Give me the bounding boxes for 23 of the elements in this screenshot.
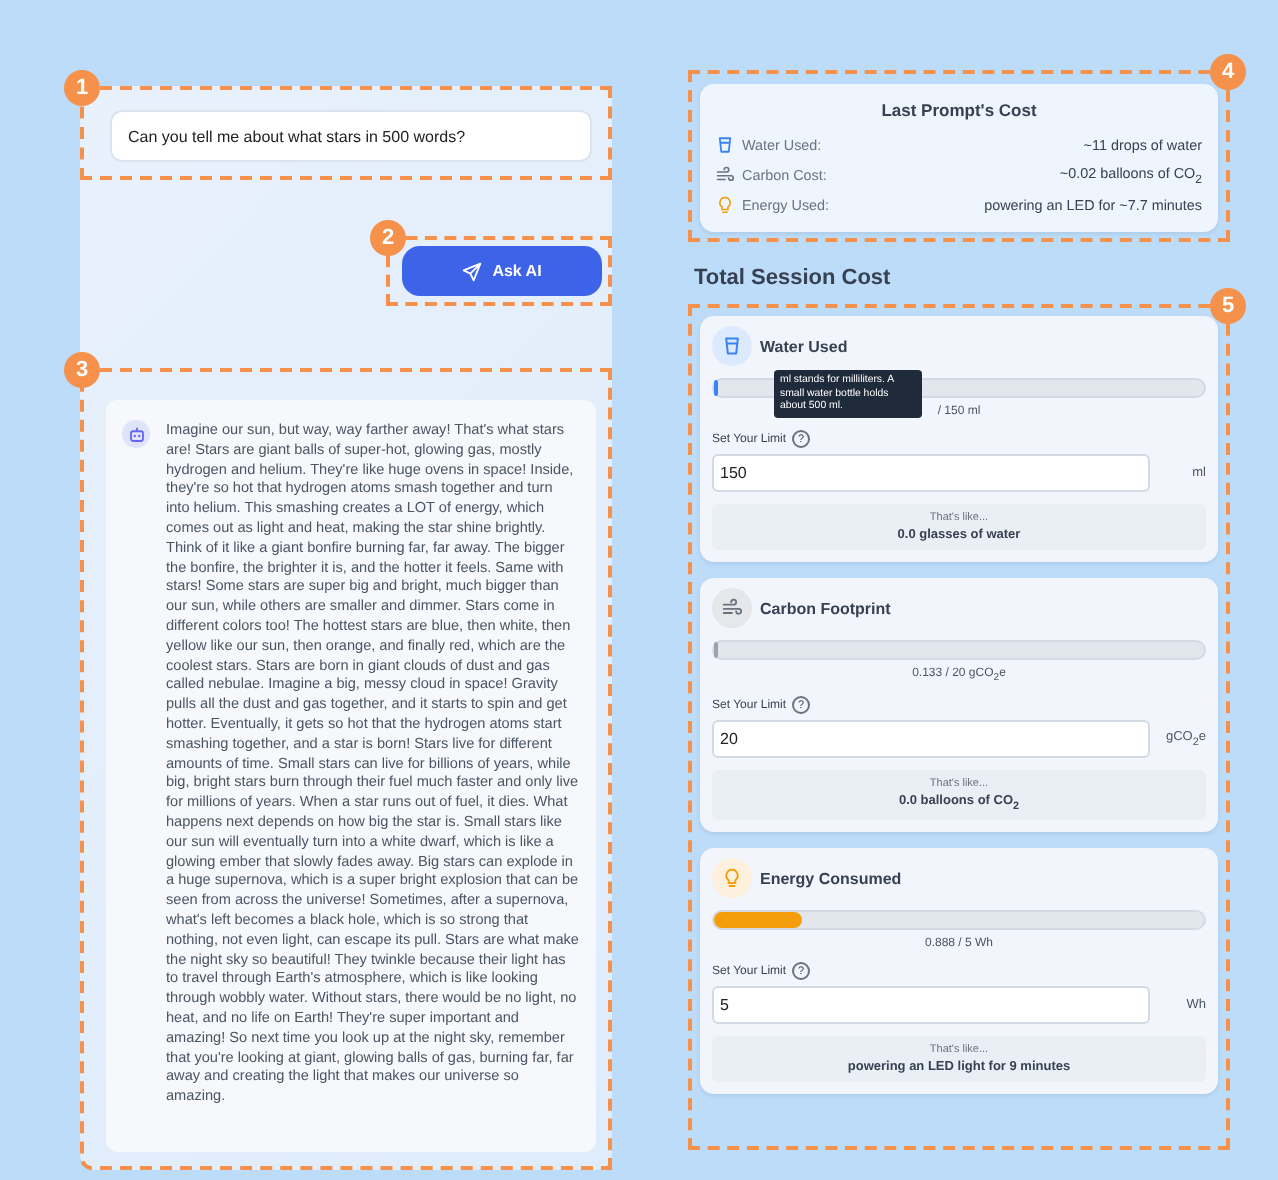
prompt-field[interactable]: Can you tell me about what stars in 500 words? [110, 110, 592, 162]
lightbulb-icon [716, 196, 734, 214]
meter-title: Energy Consumed [760, 869, 902, 888]
card-title: Last Prompt's Cost [879, 100, 1039, 120]
robot-icon [122, 420, 150, 448]
limit-field[interactable]: 5 [712, 986, 1150, 1025]
callout-badge: 1 [64, 70, 100, 106]
cup-icon [716, 136, 734, 154]
meter-title: Water Used [760, 337, 848, 355]
cup-icon [722, 336, 742, 356]
send-icon [462, 261, 483, 281]
lightbulb-icon [722, 868, 742, 889]
wind-icon [722, 598, 742, 618]
wind-icon [716, 166, 734, 184]
section-title: Total Session Cost [694, 266, 893, 290]
callout-badge: 5 [1210, 288, 1246, 324]
meter-title: Carbon Footprint [760, 599, 891, 617]
limit-field[interactable]: 150 [712, 454, 1150, 492]
limit-field[interactable]: 20 [712, 720, 1150, 759]
callout-badge: 4 [1210, 54, 1246, 90]
ask-button[interactable]: Ask AI [402, 246, 602, 296]
callout-badge: 3 [64, 352, 100, 388]
callout-badge: 2 [370, 220, 406, 256]
